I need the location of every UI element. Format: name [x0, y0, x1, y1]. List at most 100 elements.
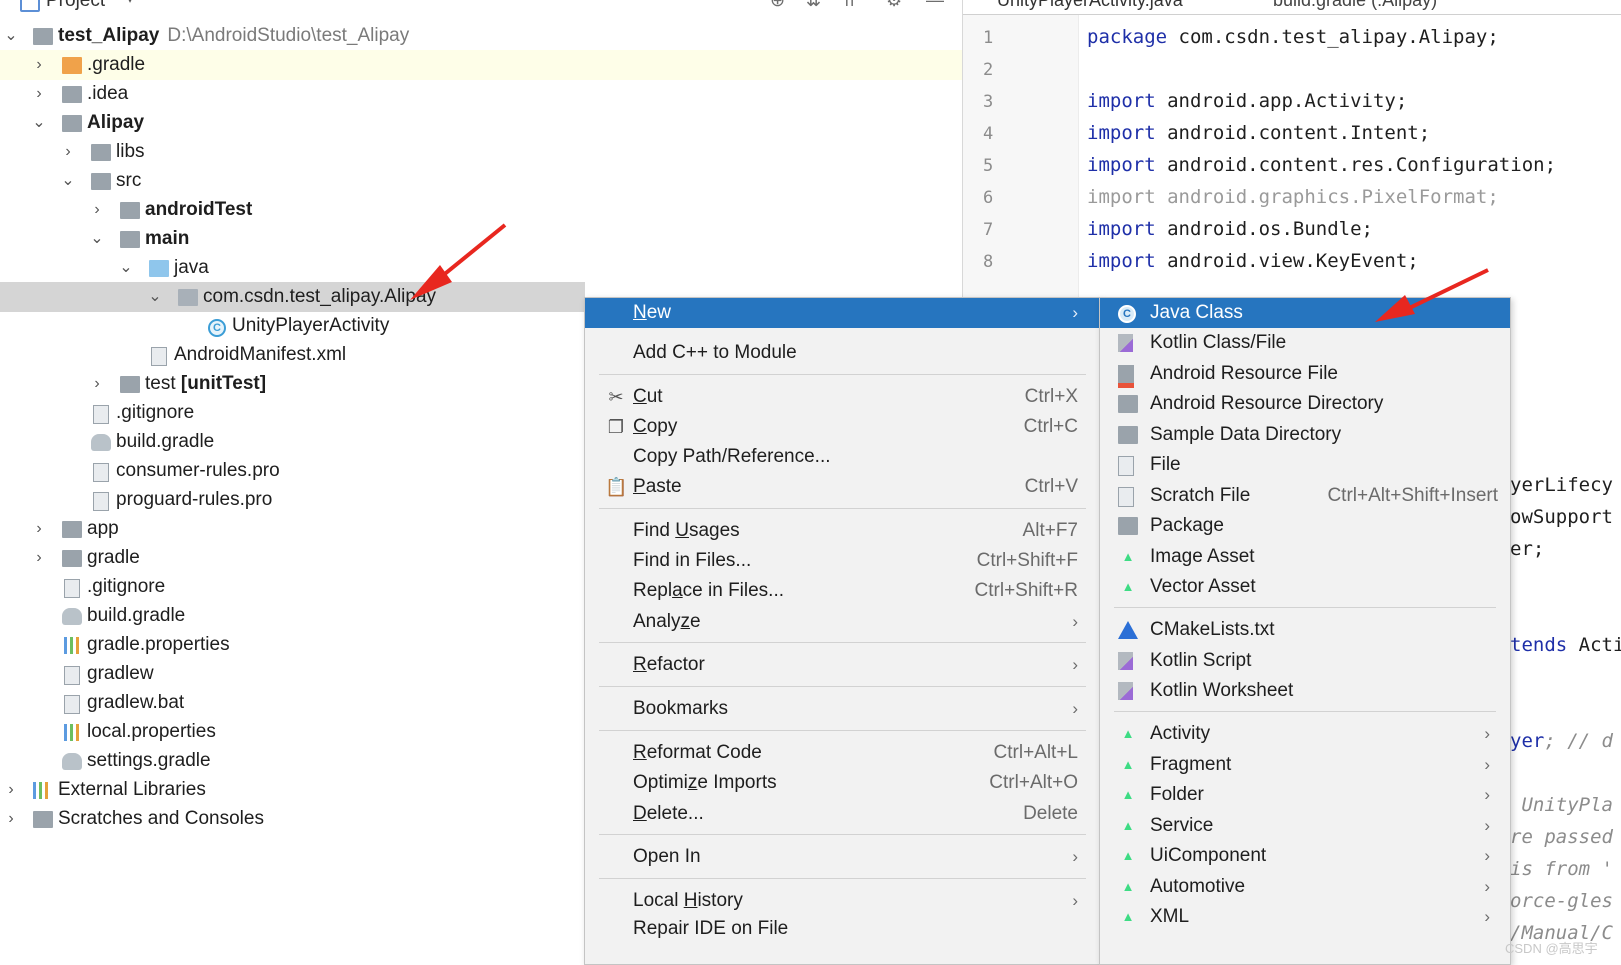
minimize-icon[interactable]: — [926, 0, 944, 11]
tree-item-libs[interactable]: › libs [0, 137, 962, 167]
menu-item-copy[interactable]: ❐ Copy Ctrl+C [585, 412, 1100, 442]
menu-item-label: elete... [646, 803, 704, 824]
chevron-down-icon[interactable]: ⌄ [117, 253, 135, 283]
chevron-down-icon[interactable]: ⌄ [30, 108, 48, 138]
chevron-down-icon[interactable]: ▾ [126, 0, 134, 8]
submenu-item-android-resource-file[interactable]: Android Resource File [1100, 359, 1510, 389]
submenu-item-package[interactable]: Package [1100, 511, 1510, 541]
submenu-item-image-asset[interactable]: Image Asset [1100, 542, 1510, 572]
menu-item-analyze[interactable]: Analyze › [585, 607, 1100, 637]
chevron-down-icon[interactable]: ⌄ [146, 282, 164, 312]
code-line[interactable]: import android.content.Intent; [1087, 122, 1430, 144]
submenu-item-file[interactable]: File [1100, 450, 1510, 480]
tree-item-label: .gitignore [116, 402, 195, 423]
menu-item-reformat-code[interactable]: Reformat Code Ctrl+Alt+L [585, 738, 1100, 768]
tab-unityplayeractivity[interactable]: UnityPlayerActivity.java [973, 0, 1183, 11]
submenu-item-java-class[interactable]: C Java Class [1100, 298, 1510, 328]
code-line[interactable]: import android.view.KeyEvent; [1087, 250, 1419, 272]
submenu-item-android-resource-directory[interactable]: Android Resource Directory [1100, 389, 1510, 419]
tree-item-main[interactable]: ⌄ main [0, 224, 962, 254]
chevron-right-icon[interactable]: › [88, 369, 106, 399]
folder-icon [1118, 426, 1138, 444]
locate-icon[interactable]: ⊕ [770, 0, 785, 11]
gear-icon[interactable]: ⚙ [886, 0, 902, 11]
tree-item-src[interactable]: ⌄ src [0, 166, 962, 196]
menu-item-bookmarks[interactable]: Bookmarks › [585, 694, 1100, 724]
submenu-item-fragment[interactable]: Fragment › [1100, 750, 1510, 780]
comment-fragment: is from ' [1510, 858, 1613, 880]
code-line[interactable]: import android.content.res.Configuration… [1087, 154, 1556, 176]
menu-item-add-cpp[interactable]: Add C++ to Module [585, 338, 1100, 368]
submenu-item-sample-data-directory[interactable]: Sample Data Directory [1100, 420, 1510, 450]
menu-item-refactor[interactable]: Refactor › [585, 650, 1100, 680]
folder-icon [62, 550, 82, 567]
project-panel-title[interactable]: Project [46, 0, 105, 12]
chevron-right-icon[interactable]: › [2, 804, 20, 834]
tab-build-gradle[interactable]: build.gradle (:Alipay) [1245, 0, 1437, 11]
tree-item-java[interactable]: ⌄ java [0, 253, 962, 283]
code-line[interactable]: import android.os.Bundle; [1087, 218, 1373, 240]
chevron-down-icon[interactable]: ⌄ [2, 21, 20, 51]
menu-item-replace-in-files[interactable]: Replace in Files... Ctrl+Shift+R [585, 576, 1100, 606]
code-line[interactable]: import android.app.Activity; [1087, 90, 1407, 112]
submenu-item-kotlin-script[interactable]: Kotlin Script [1100, 646, 1510, 676]
shortcut: Delete [1023, 803, 1078, 824]
tree-item-package-selected[interactable]: ⌄ com.csdn.test_alipay.Alipay [0, 282, 585, 312]
menu-item-copy-path[interactable]: Copy Path/Reference... [585, 442, 1100, 472]
chevron-right-icon[interactable]: › [59, 137, 77, 167]
submenu-item-uicomponent[interactable]: UiComponent › [1100, 841, 1510, 871]
submenu-item-vector-asset[interactable]: Vector Asset [1100, 572, 1510, 602]
submenu-item-xml[interactable]: XML › [1100, 902, 1510, 932]
submenu-item-activity[interactable]: Activity › [1100, 719, 1510, 749]
menu-separator [599, 730, 1086, 731]
test-folder-icon [120, 376, 140, 393]
tree-item-androidtest[interactable]: › androidTest [0, 195, 962, 225]
tree-item-label: proguard-rules.pro [116, 489, 273, 510]
menu-item-label: Optimi [633, 772, 688, 793]
chevron-right-icon[interactable]: › [30, 50, 48, 80]
source-root-folder-icon [149, 260, 169, 277]
menu-item-repair-ide[interactable]: Repair IDE on File [585, 914, 1100, 944]
menu-item-paste[interactable]: 📋 Paste Ctrl+V [585, 472, 1100, 502]
code-line[interactable]: package com.csdn.test_alipay.Alipay; [1087, 26, 1499, 48]
menu-item-label: Bookmarks [633, 698, 729, 719]
chevron-right-icon[interactable]: › [30, 543, 48, 573]
code-fragment: yerLifecy [1510, 474, 1613, 496]
shortcut: Ctrl+Alt+Shift+Insert [1327, 485, 1498, 506]
menu-item-optimize-imports[interactable]: Optimize Imports Ctrl+Alt+O [585, 768, 1100, 798]
tree-item-idea[interactable]: › .idea [0, 79, 962, 109]
chevron-down-icon[interactable]: ⌄ [59, 166, 77, 196]
menu-item-find-in-files[interactable]: Find in Files... Ctrl+Shift+F [585, 546, 1100, 576]
chevron-right-icon[interactable]: › [88, 195, 106, 225]
mnemonic: D [633, 803, 647, 824]
menu-item-new[interactable]: New › [585, 298, 1100, 328]
manifest-file-icon [151, 347, 167, 366]
submenu-item-kotlin-worksheet[interactable]: Kotlin Worksheet [1100, 676, 1510, 706]
chevron-right-icon[interactable]: › [30, 514, 48, 544]
submenu-item-folder[interactable]: Folder › [1100, 780, 1510, 810]
tree-item-alipay-module[interactable]: ⌄ Alipay [0, 108, 962, 138]
mnemonic: C [633, 416, 647, 437]
chevron-right-icon[interactable]: › [30, 79, 48, 109]
menu-item-label: Repair IDE on File [633, 918, 789, 939]
expand-all-icon[interactable]: ⇊ [806, 0, 821, 11]
menu-item-cut[interactable]: ✂ Cut Ctrl+X [585, 382, 1100, 412]
submenu-item-cmakelists[interactable]: CMakeLists.txt [1100, 615, 1510, 645]
collapse-all-icon[interactable]: ⇈ [842, 0, 857, 11]
code-fragment: er; [1510, 538, 1545, 560]
submenu-item-automotive[interactable]: Automotive › [1100, 872, 1510, 902]
tree-item-gradle-dir[interactable]: › .gradle [0, 50, 962, 80]
submenu-item-kotlin-class[interactable]: Kotlin Class/File [1100, 328, 1510, 358]
chevron-down-icon[interactable]: ⌄ [88, 224, 106, 254]
code-line-unused-import[interactable]: import android.graphics.PixelFormat; [1087, 186, 1499, 208]
menu-item-delete[interactable]: Delete... Delete [585, 799, 1100, 829]
menu-item-open-in[interactable]: Open In › [585, 842, 1100, 872]
menu-item-find-usages[interactable]: Find Usages Alt+F7 [585, 516, 1100, 546]
chevron-right-icon[interactable]: › [2, 775, 20, 805]
submenu-item-service[interactable]: Service › [1100, 811, 1510, 841]
keyword: import [1087, 122, 1156, 144]
tree-item-test-alipay[interactable]: ⌄ test_Alipay D:\AndroidStudio\test_Alipa… [0, 21, 962, 51]
kotlin-worksheet-icon [1118, 682, 1133, 700]
submenu-item-scratch-file[interactable]: Scratch File Ctrl+Alt+Shift+Insert [1100, 481, 1510, 511]
menu-item-local-history[interactable]: Local History › [585, 886, 1100, 916]
